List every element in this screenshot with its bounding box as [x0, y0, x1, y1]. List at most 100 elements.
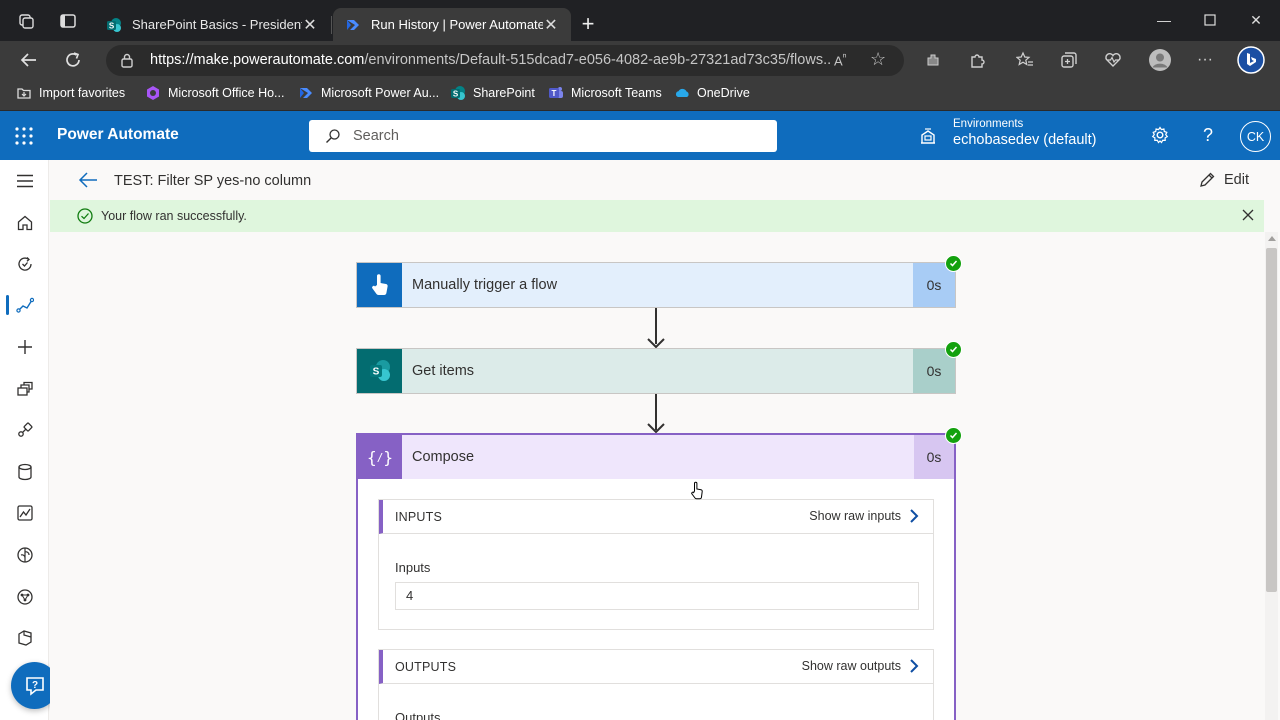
close-tab-icon[interactable]: ✕ — [302, 15, 318, 35]
menu-icon[interactable] — [0, 161, 49, 201]
scroll-up-icon[interactable] — [1268, 236, 1276, 241]
step-name: Get items — [412, 363, 475, 379]
down-arrow-icon — [647, 338, 665, 348]
url-text[interactable]: https://make.powerautomate.com/environme… — [150, 52, 830, 68]
workspaces-icon[interactable] — [6, 0, 46, 41]
success-check-icon — [77, 208, 93, 224]
connectors-icon[interactable] — [0, 410, 49, 450]
pencil-icon — [1200, 172, 1215, 187]
home-icon[interactable] — [0, 203, 49, 243]
step-success-check-icon — [945, 255, 962, 272]
environment-icon[interactable] — [918, 126, 938, 146]
browser-tab-bar: S SharePoint Basics - Presidents_1? ✕ Ru… — [0, 0, 1280, 41]
url-path: /environments/Default-515dcad7-e056-4082… — [364, 52, 830, 68]
dismiss-icon[interactable] — [1241, 208, 1255, 222]
favorite-label: Microsoft Office Ho... — [168, 86, 285, 100]
favorite-onedrive[interactable]: OneDrive — [674, 85, 750, 101]
settings-more-icon[interactable]: ··· — [1190, 45, 1220, 75]
tab-sharepoint[interactable]: S SharePoint Basics - Presidents_1? ✕ — [94, 8, 330, 41]
show-raw-inputs-link[interactable]: Show raw inputs — [809, 508, 919, 524]
close-tab-icon[interactable]: ✕ — [543, 15, 559, 35]
flow-title: TEST: Filter SP yes-no column — [114, 173, 312, 189]
favorite-teams[interactable]: T Microsoft Teams — [548, 85, 662, 101]
search-box[interactable]: Search — [309, 120, 777, 152]
extensions-icon[interactable] — [962, 45, 992, 75]
favorite-office[interactable]: Microsoft Office Ho... — [145, 85, 284, 101]
extension-puzzle-icon[interactable] — [918, 45, 948, 75]
step-card-trigger[interactable]: Manually trigger a flow 0s — [356, 262, 956, 308]
power-automate-icon — [300, 88, 312, 98]
help-question-icon[interactable]: ? — [1196, 123, 1220, 147]
favorite-power-automate[interactable]: Microsoft Power Au... — [298, 85, 439, 101]
success-message: Your flow ran successfully. — [101, 209, 247, 223]
app-header: Power Automate Search Environments echob… — [0, 111, 1280, 160]
inputs-title: INPUTS — [395, 510, 443, 524]
browser-essentials-icon[interactable] — [1098, 45, 1128, 75]
step-card-get-items[interactable]: S Get items 0s — [356, 348, 956, 394]
inputs-label: Inputs — [395, 560, 431, 575]
my-flows-icon[interactable] — [0, 285, 49, 325]
favorite-label: OneDrive — [697, 86, 750, 100]
environment-label: Environments — [953, 118, 1024, 130]
microsoft-office-icon — [147, 86, 159, 100]
templates-icon[interactable] — [0, 369, 49, 409]
edit-label: Edit — [1224, 172, 1249, 188]
refresh-icon[interactable] — [58, 45, 88, 75]
app-launcher-waffle-icon[interactable] — [14, 126, 34, 146]
maximize-icon[interactable] — [1187, 4, 1233, 36]
left-nav-rail — [0, 160, 49, 720]
tab-divider — [331, 16, 332, 34]
svg-text:S: S — [453, 90, 459, 99]
address-bar[interactable]: https://make.powerautomate.com/environme… — [106, 45, 904, 76]
profile-avatar-icon[interactable] — [1145, 45, 1175, 75]
bing-copilot-icon[interactable] — [1236, 45, 1266, 75]
favorite-label: SharePoint — [473, 86, 535, 100]
monitor-icon[interactable] — [0, 493, 49, 533]
favorite-sharepoint[interactable]: S SharePoint — [450, 85, 535, 101]
back-arrow-icon[interactable] — [78, 171, 98, 189]
svg-text:?: ? — [31, 680, 37, 691]
read-aloud-icon[interactable]: Aⁿ — [834, 51, 847, 68]
user-avatar[interactable]: CK — [1240, 121, 1271, 152]
vertical-scrollbar[interactable] — [1265, 232, 1278, 720]
sharepoint-favicon-icon: S — [107, 17, 121, 32]
minimize-icon[interactable]: — — [1141, 4, 1187, 36]
browser-nav-bar: https://make.powerautomate.com/environme… — [0, 41, 1280, 79]
chat-help-icon: ? — [25, 676, 44, 696]
favorites-icon[interactable] — [1010, 45, 1040, 75]
scrollbar-thumb[interactable] — [1266, 248, 1277, 592]
tab-run-history[interactable]: Run History | Power Automate ✕ — [333, 8, 571, 41]
data-icon[interactable] — [0, 452, 49, 492]
import-favorites-icon — [17, 88, 31, 99]
back-icon[interactable] — [14, 45, 44, 75]
outputs-section: OUTPUTS Show raw outputs Outputs — [378, 649, 934, 720]
sharepoint-icon: S — [357, 349, 402, 393]
svg-text:S: S — [109, 21, 115, 30]
favorite-star-icon[interactable]: ☆ — [870, 49, 886, 70]
approvals-icon[interactable] — [0, 244, 49, 284]
settings-gear-icon[interactable] — [1148, 123, 1172, 147]
search-icon — [326, 129, 340, 143]
step-card-compose[interactable]: {∕} Compose 0s INPUTS Show raw inputs In… — [356, 433, 956, 720]
ai-hub-icon[interactable] — [0, 535, 49, 575]
collections-icon[interactable] — [1054, 45, 1084, 75]
chevron-right-icon — [910, 659, 919, 673]
outputs-header: OUTPUTS Show raw outputs — [379, 650, 933, 684]
solutions-icon[interactable] — [0, 618, 49, 658]
compose-icon: {∕} — [358, 435, 402, 479]
new-tab-button[interactable]: + — [576, 10, 600, 38]
create-icon[interactable] — [0, 327, 49, 367]
environment-picker[interactable]: echobasedev (default) — [953, 132, 1097, 148]
close-window-icon[interactable]: ✕ — [1233, 4, 1279, 36]
compose-header[interactable]: {∕} Compose 0s — [358, 435, 954, 479]
lock-icon[interactable] — [120, 52, 134, 68]
edit-button[interactable]: Edit — [1198, 171, 1249, 189]
microsoft-teams-icon: T — [549, 87, 563, 98]
process-mining-icon[interactable] — [0, 577, 49, 617]
show-raw-outputs-link[interactable]: Show raw outputs — [802, 658, 919, 674]
app-name[interactable]: Power Automate — [57, 126, 179, 144]
favorite-import[interactable]: Import favorites — [16, 85, 125, 101]
step-name: Compose — [412, 449, 475, 465]
tab-actions-icon[interactable] — [48, 0, 88, 41]
hand-cursor-icon — [691, 481, 703, 500]
